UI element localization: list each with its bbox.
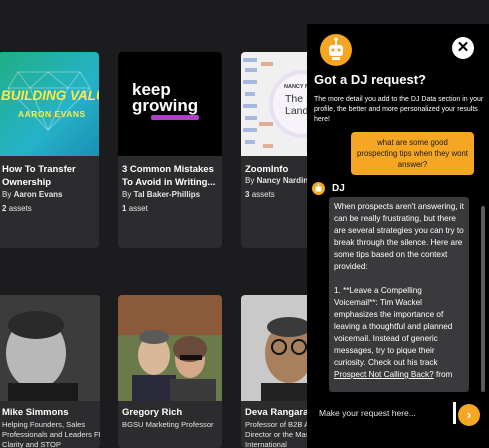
person-name[interactable]: Gregory Rich	[122, 407, 182, 418]
chat-subtext: The more detail you add to the DJ Data s…	[314, 96, 484, 123]
person-name[interactable]: Mike Simmons	[2, 407, 69, 418]
content-card[interactable]: keep growing 3 Common Mistakes To Avoid …	[118, 52, 222, 248]
chat-request-input[interactable]: Make your request here...	[313, 398, 463, 432]
thumbnail-subline: growing	[132, 96, 199, 115]
by-prefix: By	[122, 190, 132, 199]
card-thumbnail: BUILDING VALUE AARON EVANS	[0, 52, 99, 156]
chat-scrollbar[interactable]	[481, 206, 485, 392]
content-card[interactable]: BUILDING VALUE AARON EVANS How To Transf…	[0, 52, 99, 248]
dj-chat-panel: ✕ Got a DJ request? The more detail you …	[307, 24, 489, 448]
assets-label: assets	[251, 190, 275, 199]
thumbnail-headline: BUILDING VALUE	[1, 88, 99, 103]
card-assets-count: 1 asset	[122, 204, 148, 213]
card-assets-count: 2 assets	[2, 204, 32, 213]
user-message-bubble: what are some good prospecting tips when…	[351, 132, 474, 175]
person-card[interactable]: Gregory Rich BGSU Marketing Professor	[118, 295, 222, 448]
thumbnail-tag	[151, 115, 199, 120]
person-role: Helping Founders, Sales Professionals an…	[2, 420, 100, 448]
card-author[interactable]: Nancy Nardin	[257, 176, 309, 185]
card-author[interactable]: Aaron Evans	[14, 190, 63, 199]
card-assets-count: 3 assets	[245, 190, 275, 199]
bot-message-paragraph: 1. **Leave a Compelling Voicemail**: Tim…	[334, 285, 464, 381]
card-byline: By Tal Baker-Phillips	[122, 190, 200, 199]
assets-number: 2	[2, 204, 7, 213]
chat-heading: Got a DJ request?	[314, 72, 426, 87]
track-link[interactable]: Prospect Not Calling Back?	[334, 370, 434, 379]
card-title[interactable]: How To Transfer Ownership	[2, 164, 99, 189]
bot-message-paragraph: When prospects aren't answering, it can …	[334, 202, 464, 271]
app-stage: BUILDING VALUE AARON EVANS How To Transf…	[0, 0, 489, 448]
by-prefix: By	[2, 190, 12, 199]
bot-name: DJ	[332, 183, 345, 194]
assets-label: assets	[8, 204, 32, 213]
thumbnail-subline: AARON EVANS	[18, 109, 86, 119]
card-author[interactable]: Tal Baker-Phillips	[134, 190, 201, 199]
bot-message-text: 1. **Leave a Compelling Voicemail**: Tim…	[334, 286, 453, 367]
assets-label: asset	[128, 204, 148, 213]
card-byline: By Aaron Evans	[2, 190, 62, 199]
card-thumbnail: keep growing	[118, 52, 222, 156]
person-name[interactable]: Deva Rangaraj	[245, 407, 311, 418]
dj-robot-logo-icon	[320, 34, 352, 66]
dj-avatar-icon	[312, 182, 325, 195]
person-card[interactable]: Mike Simmons Helping Founders, Sales Pro…	[0, 295, 100, 448]
send-arrow-icon[interactable]: ›	[458, 404, 480, 426]
input-cursor	[453, 402, 456, 424]
person-role: BGSU Marketing Professor	[122, 420, 214, 429]
close-icon[interactable]: ✕	[452, 37, 474, 59]
assets-number: 1	[122, 204, 127, 213]
card-title[interactable]: 3 Common Mistakes To Avoid in Writing...	[122, 164, 220, 189]
bot-message-bubble: When prospects aren't answering, it can …	[329, 197, 469, 392]
person-photo	[0, 295, 100, 401]
person-photo	[118, 295, 222, 401]
card-byline: By Nancy Nardin	[245, 176, 308, 185]
bot-message-tail: from	[433, 370, 453, 379]
assets-number: 3	[245, 190, 250, 199]
by-prefix: By	[245, 176, 255, 185]
